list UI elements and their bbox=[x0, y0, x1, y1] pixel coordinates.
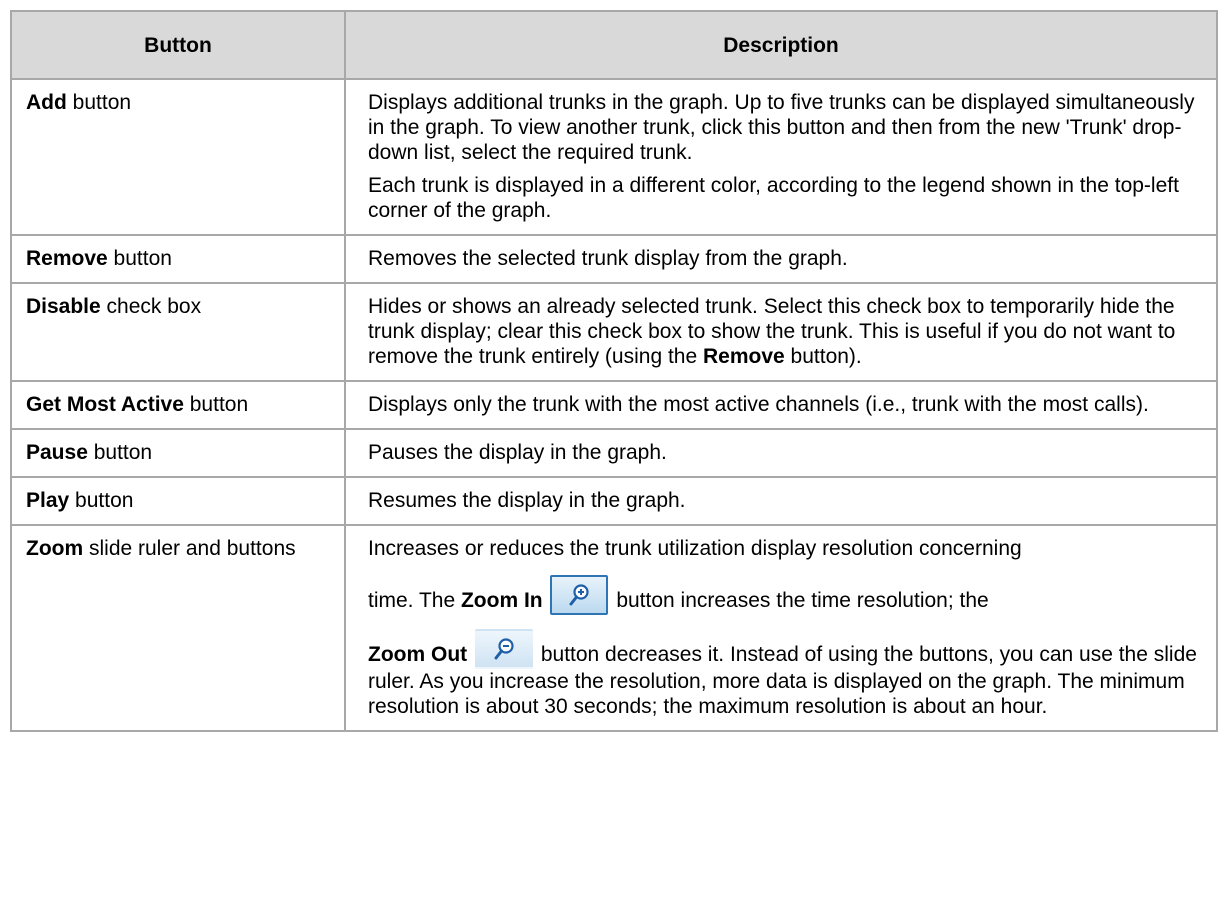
description-text-part: button increases the time resolution; th… bbox=[610, 589, 989, 612]
term-name: Remove bbox=[26, 247, 108, 270]
table-row: Disable check box Hides or shows an alre… bbox=[10, 282, 1218, 382]
term-name: Pause bbox=[26, 441, 88, 464]
term-cell: Remove button bbox=[10, 234, 346, 284]
description-text: Removes the selected trunk display from … bbox=[368, 247, 848, 270]
description-cell: Removes the selected trunk display from … bbox=[344, 234, 1218, 284]
table-row: Remove button Removes the selected trunk… bbox=[10, 234, 1218, 284]
term-suffix: button bbox=[87, 441, 153, 464]
description-text-part: time. The bbox=[368, 589, 461, 612]
term-cell: Zoom slide ruler and buttons bbox=[10, 524, 346, 732]
column-header-button: Button bbox=[10, 10, 346, 80]
term-suffix: slide ruler and buttons bbox=[83, 537, 296, 560]
term-suffix: check box bbox=[100, 295, 202, 318]
description-text: Increases or reduces the trunk utilizati… bbox=[368, 537, 1022, 560]
page-top-strip bbox=[0, 0, 1226, 10]
term-cell: Get Most Active button bbox=[10, 380, 346, 430]
zoom-in-button[interactable] bbox=[550, 575, 609, 615]
term-name: Get Most Active bbox=[26, 393, 184, 416]
description-text: Each trunk is displayed in a different c… bbox=[368, 174, 1179, 222]
zoom-out-icon bbox=[494, 638, 514, 660]
term-cell: Disable check box bbox=[10, 282, 346, 382]
description-text-part: button). bbox=[784, 345, 862, 368]
table-row: Pause button Pauses the display in the g… bbox=[10, 428, 1218, 478]
term-suffix: button bbox=[107, 247, 172, 270]
description-cell: Displays only the trunk with the most ac… bbox=[344, 380, 1218, 430]
description-cell: Displays additional trunks in the graph.… bbox=[344, 78, 1218, 236]
term-name: Play bbox=[26, 489, 70, 512]
description-text: Pauses the display in the graph. bbox=[368, 441, 667, 464]
term-suffix: button bbox=[66, 91, 132, 114]
description-text: Displays only the trunk with the most ac… bbox=[368, 393, 1149, 416]
zoom-out-button[interactable] bbox=[475, 629, 533, 669]
term-cell: Pause button bbox=[10, 428, 346, 478]
zoom-in-label: Zoom In bbox=[460, 589, 543, 612]
term-name: Add bbox=[26, 91, 67, 114]
description-text: Zoom Out button decreases it. Instead of… bbox=[368, 629, 1200, 719]
term-cell: Play button bbox=[10, 476, 346, 526]
zoom-in-icon bbox=[569, 584, 590, 606]
table-row: Add button Displays additional trunks in… bbox=[10, 78, 1218, 236]
term-name: Zoom bbox=[26, 537, 84, 560]
table-row: Zoom slide ruler and buttons Increases o… bbox=[10, 524, 1218, 732]
term-name: Disable bbox=[26, 295, 101, 318]
description-bold-term: Remove bbox=[703, 345, 785, 368]
term-suffix: button bbox=[69, 489, 134, 512]
table-header-row: Button Description bbox=[10, 10, 1218, 80]
description-text: Hides or shows an already selected trunk… bbox=[368, 294, 1200, 369]
column-header-description: Description bbox=[344, 10, 1218, 80]
term-cell: Add button bbox=[10, 78, 346, 236]
description-cell: Resumes the display in the graph. bbox=[344, 476, 1218, 526]
zoom-out-label: Zoom Out bbox=[368, 643, 468, 666]
description-text: time. The Zoom In button increases the t… bbox=[368, 575, 1200, 615]
description-cell: Increases or reduces the trunk utilizati… bbox=[344, 524, 1218, 732]
description-cell: Pauses the display in the graph. bbox=[344, 428, 1218, 478]
description-text: Displays additional trunks in the graph.… bbox=[368, 91, 1195, 164]
button-description-table: Button Description Add button Displays a… bbox=[10, 10, 1218, 732]
description-text: Resumes the display in the graph. bbox=[368, 489, 686, 512]
table-row: Play button Resumes the display in the g… bbox=[10, 476, 1218, 526]
term-suffix: button bbox=[183, 393, 249, 416]
description-cell: Hides or shows an already selected trunk… bbox=[344, 282, 1218, 382]
table-row: Get Most Active button Displays only the… bbox=[10, 380, 1218, 430]
